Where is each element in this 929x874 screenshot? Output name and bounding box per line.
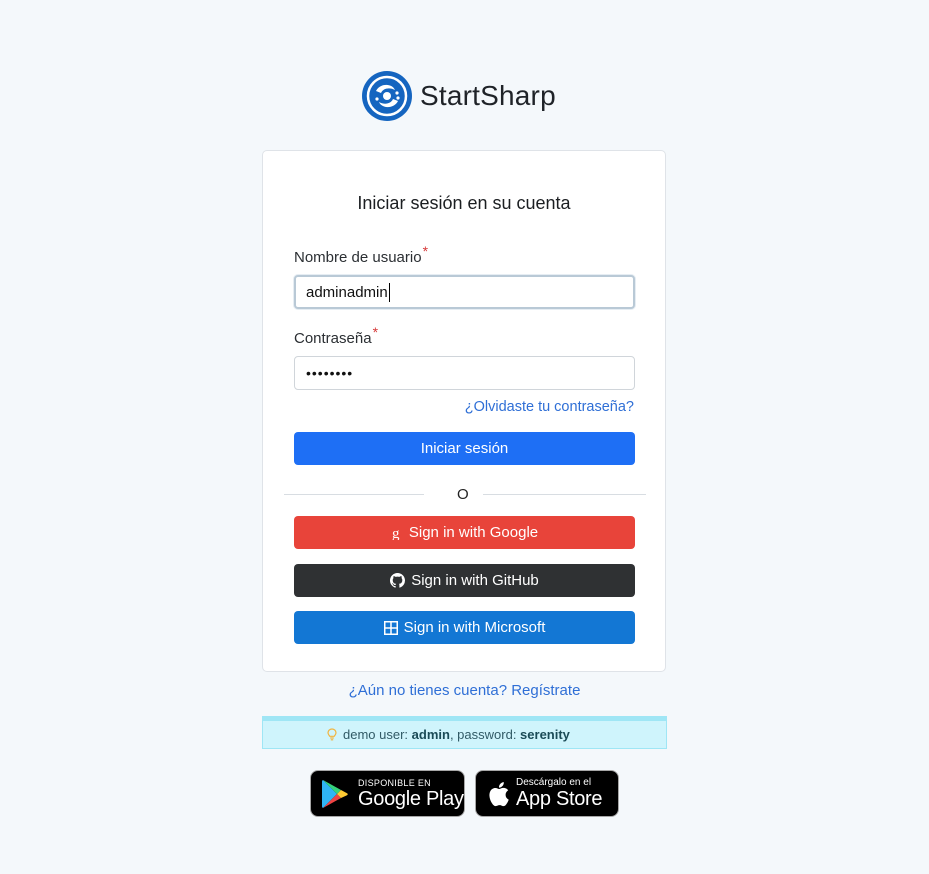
app-store-small: Descárgalo en el	[516, 776, 592, 788]
app-store-big: App Store	[516, 787, 603, 810]
password-label: Contraseña*	[294, 324, 378, 347]
brand: StartSharp	[362, 70, 556, 122]
demo-password: serenity	[520, 727, 570, 742]
demo-prefix: demo user:	[343, 727, 412, 742]
lightbulb-icon	[327, 728, 337, 741]
google-play-badge[interactable]: DISPONIBLE EN Google Play	[310, 770, 465, 817]
google-play-small: DISPONIBLE EN	[358, 777, 431, 788]
microsoft-signin-button[interactable]: Sign in with Microsoft	[294, 611, 635, 644]
google-signin-button[interactable]: g Sign in with Google	[294, 516, 635, 549]
google-play-text: DISPONIBLE EN Google Play	[358, 778, 464, 810]
login-button-label: Iniciar sesión	[420, 440, 509, 457]
google-play-big: Google Play	[358, 787, 464, 810]
username-input[interactable]: adminadmin	[294, 275, 635, 309]
microsoft-icon	[383, 620, 398, 635]
google-play-icon	[322, 779, 348, 808]
demo-credentials-alert: demo user: admin, password: serenity	[262, 716, 667, 749]
password-value: ••••••••	[306, 365, 354, 381]
github-icon	[390, 573, 406, 588]
register-link[interactable]: ¿Aún no tienes cuenta? Regístrate	[0, 682, 929, 699]
github-signin-button[interactable]: Sign in with GitHub	[294, 564, 635, 597]
apple-icon	[489, 781, 509, 806]
google-signin-label: Sign in with Google	[408, 524, 539, 541]
forgot-password-link[interactable]: ¿Olvidaste tu contraseña?	[465, 399, 634, 415]
login-card: Iniciar sesión en su cuenta Nombre de us…	[262, 150, 666, 672]
text-caret	[388, 282, 390, 302]
startsharp-logo-icon	[362, 71, 412, 121]
password-label-text: Contraseña	[294, 330, 372, 347]
microsoft-signin-label: Sign in with Microsoft	[403, 619, 546, 636]
username-label: Nombre de usuario*	[294, 243, 428, 266]
or-text: O	[457, 486, 469, 503]
divider-line	[483, 494, 646, 495]
login-button[interactable]: Iniciar sesión	[294, 432, 635, 465]
or-divider: O	[284, 485, 646, 505]
login-title: Iniciar sesión en su cuenta	[357, 193, 571, 213]
divider-line	[284, 494, 424, 495]
brand-name: StartSharp	[420, 80, 556, 111]
google-icon: g	[392, 526, 400, 540]
app-store-text: Descárgalo en el App Store	[516, 776, 603, 810]
required-mark: *	[422, 243, 429, 259]
username-value: adminadmin	[306, 283, 388, 301]
required-mark: *	[372, 324, 379, 340]
app-store-badge[interactable]: Descárgalo en el App Store	[475, 770, 619, 817]
username-label-text: Nombre de usuario	[294, 249, 422, 266]
demo-middle: , password:	[449, 727, 521, 742]
password-input[interactable]: ••••••••	[294, 356, 635, 390]
demo-user: admin	[411, 727, 450, 742]
github-signin-label: Sign in with GitHub	[411, 572, 539, 589]
svg-text:g: g	[392, 526, 400, 540]
